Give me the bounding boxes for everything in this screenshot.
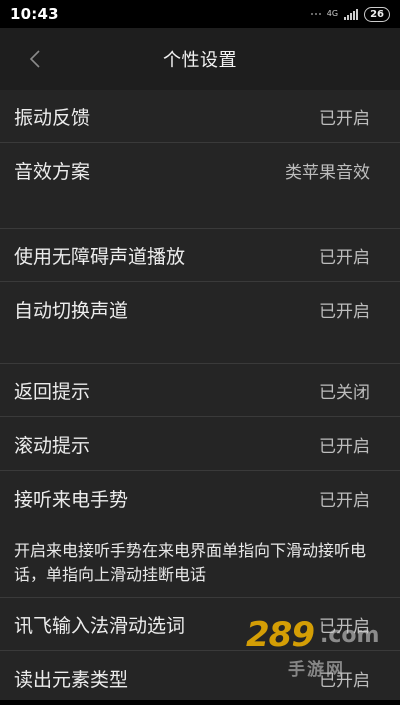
setting-value: 已开启 bbox=[319, 108, 370, 129]
setting-label: 自动切换声道 bbox=[14, 300, 129, 322]
setting-label: 使用无障碍声道播放 bbox=[14, 245, 186, 268]
setting-value: 已开启 bbox=[319, 302, 370, 322]
setting-value: 已开启 bbox=[319, 671, 370, 691]
setting-label: 音效方案 bbox=[14, 161, 91, 183]
setting-label: 接听来电手势 bbox=[14, 489, 129, 511]
network-indicator: 4G bbox=[327, 10, 338, 18]
setting-row-sound-scheme[interactable]: 音效方案 类苹果音效 bbox=[0, 144, 400, 197]
battery-indicator: 26 bbox=[364, 6, 390, 22]
setting-label: 滚动提示 bbox=[14, 434, 91, 457]
more-dots-icon bbox=[310, 13, 321, 15]
status-indicators: 4G 26 bbox=[310, 6, 390, 22]
setting-value: 已开启 bbox=[319, 616, 370, 637]
setting-value: 已开启 bbox=[319, 491, 370, 511]
setting-row-answer-call-gesture[interactable]: 接听来电手势 已开启 bbox=[0, 472, 400, 525]
setting-row-back-hint[interactable]: 返回提示 已关闭 bbox=[0, 364, 400, 417]
setting-value: 类苹果音效 bbox=[285, 163, 370, 183]
status-bar: 10:43 4G 26 bbox=[0, 0, 400, 28]
setting-label: 返回提示 bbox=[14, 380, 91, 403]
setting-row-read-element-type[interactable]: 读出元素类型 已开启 bbox=[0, 652, 400, 705]
signal-strength-icon bbox=[344, 8, 359, 20]
setting-label: 讯飞输入法滑动选词 bbox=[14, 614, 186, 637]
setting-value: 已开启 bbox=[319, 436, 370, 457]
back-button[interactable] bbox=[20, 42, 50, 76]
setting-row-ime-swipe-select[interactable]: 讯飞输入法滑动选词 已开启 bbox=[0, 598, 400, 651]
chevron-left-icon bbox=[29, 50, 40, 68]
setting-label: 读出元素类型 bbox=[14, 669, 129, 691]
setting-label: 振动反馈 bbox=[14, 106, 91, 129]
setting-value: 已开启 bbox=[319, 247, 370, 268]
page-title: 个性设置 bbox=[163, 50, 237, 71]
setting-row-accessibility-channel[interactable]: 使用无障碍声道播放 已开启 bbox=[0, 229, 400, 282]
network-type: 4G bbox=[326, 9, 339, 18]
setting-row-vibration-feedback[interactable]: 振动反馈 已开启 bbox=[0, 90, 400, 143]
gesture-description: 开启来电接听手势在来电界面单指向下滑动接听电话，单指向上滑动挂断电话 bbox=[14, 541, 367, 584]
page-header: 个性设置 bbox=[0, 28, 400, 90]
setting-row-scroll-hint[interactable]: 滚动提示 已开启 bbox=[0, 418, 400, 471]
status-time: 10:43 bbox=[10, 5, 59, 23]
settings-list: 振动反馈 已开启 音效方案 类苹果音效 使用无障碍声道播放 已开启 自动切换声道… bbox=[0, 90, 400, 700]
setting-row-auto-switch-channel[interactable]: 自动切换声道 已开启 bbox=[0, 283, 400, 336]
setting-value: 已关闭 bbox=[319, 382, 370, 403]
